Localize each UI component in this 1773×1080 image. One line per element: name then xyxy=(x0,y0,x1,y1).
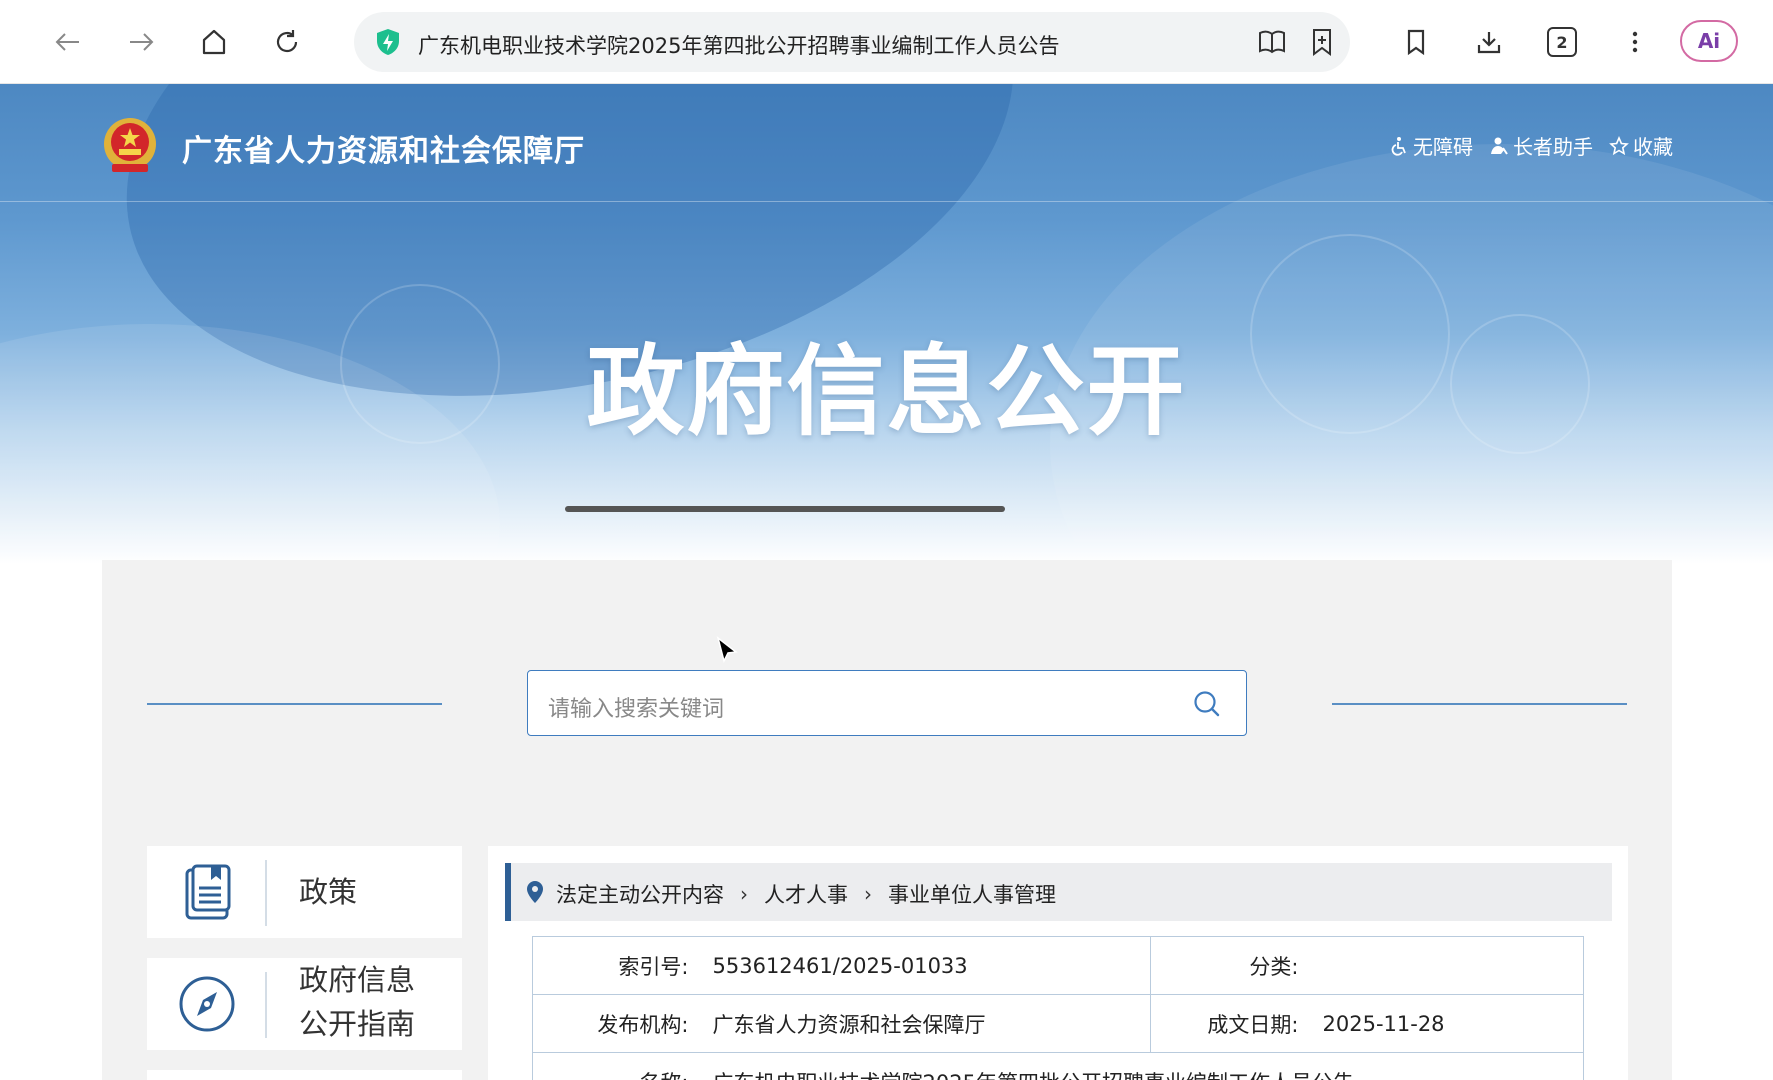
star-icon xyxy=(1609,135,1629,155)
breadcrumb-item[interactable]: 事业单位人事管理 xyxy=(888,879,1056,909)
table-row: 名称: 广东机电职业技术学院2025年第四批公开招聘事业编制工作人员公告 xyxy=(532,1052,1584,1080)
header-links: 无障碍 长者助手 收藏 xyxy=(1389,131,1673,160)
category-value xyxy=(1310,936,1584,995)
name-value: 广东机电职业技术学院2025年第四批公开招聘事业编制工作人员公告 xyxy=(700,1052,1584,1080)
bookmarks-button[interactable] xyxy=(1392,18,1440,66)
left-divider xyxy=(147,703,442,705)
elder-assistant-link[interactable]: 长者助手 xyxy=(1489,131,1593,160)
browser-toolbar: 广东机电职业技术学院2025年第四批公开招聘事业编制工作人员公告 2 Ai xyxy=(0,0,1773,84)
location-pin-icon xyxy=(527,881,543,903)
forward-button[interactable] xyxy=(117,18,165,66)
publisher-label: 发布机构: xyxy=(532,994,701,1053)
date-label: 成文日期: xyxy=(1150,994,1311,1053)
category-label: 分类: xyxy=(1150,936,1311,995)
index-value: 553612461/2025-01033 xyxy=(700,936,1151,995)
back-button[interactable] xyxy=(44,18,92,66)
search-icon[interactable] xyxy=(1192,689,1222,719)
more-vertical-icon xyxy=(1632,31,1638,53)
add-bookmark-icon[interactable] xyxy=(1306,26,1338,58)
index-label: 索引号: xyxy=(532,936,701,995)
site-title[interactable]: 广东省人力资源和社会保障厅 xyxy=(182,126,585,170)
secure-shield-icon xyxy=(377,29,399,55)
breadcrumb-item[interactable]: 法定主动公开内容 xyxy=(556,879,724,909)
breadcrumb-item[interactable]: 人才人事 xyxy=(764,879,848,909)
accessibility-label: 无障碍 xyxy=(1413,135,1473,159)
reload-icon xyxy=(276,30,298,53)
elder-person-icon xyxy=(1491,137,1508,155)
download-icon xyxy=(1477,32,1501,54)
arrow-left-icon xyxy=(55,33,79,51)
accessibility-link[interactable]: 无障碍 xyxy=(1389,131,1473,160)
table-row: 索引号: 553612461/2025-01033 分类: xyxy=(532,936,1584,995)
main-panel: 请输入搜索关键词 政策 政府信息 公开指南 法定主动公开内容 › 人才人事 › … xyxy=(102,560,1672,1080)
right-divider xyxy=(1332,703,1627,705)
favorite-label: 收藏 xyxy=(1633,135,1673,159)
sidebar-item-policy-label: 政策 xyxy=(299,875,358,909)
breadcrumb: 法定主动公开内容 › 人才人事 › 事业单位人事管理 xyxy=(505,863,1612,921)
chevron-right-icon: › xyxy=(864,882,872,906)
document-book-icon xyxy=(185,864,231,920)
national-emblem-icon xyxy=(104,118,156,172)
content-area: 法定主动公开内容 › 人才人事 › 事业单位人事管理 索引号: 55361246… xyxy=(488,846,1628,1080)
bookmark-icon xyxy=(1407,29,1425,56)
banner-title: 政府信息公开 xyxy=(586,335,1187,449)
sidebar-item-disclosure-guide[interactable]: 政府信息 公开指南 xyxy=(147,958,462,1050)
address-bar[interactable]: 广东机电职业技术学院2025年第四批公开招聘事业编制工作人员公告 xyxy=(354,12,1350,72)
search-input[interactable]: 请输入搜索关键词 xyxy=(527,670,1247,736)
home-icon xyxy=(202,29,226,55)
favorite-link[interactable]: 收藏 xyxy=(1609,131,1673,160)
date-value: 2025-11-28 xyxy=(1310,994,1584,1053)
compass-icon xyxy=(179,976,235,1032)
mouse-cursor-icon xyxy=(716,636,738,664)
info-table: 索引号: 553612461/2025-01033 分类: 发布机构: 广东省人… xyxy=(532,936,1584,1080)
horizontal-scrollbar[interactable] xyxy=(565,506,1005,512)
home-button[interactable] xyxy=(190,18,238,66)
ai-assistant-button[interactable]: Ai xyxy=(1680,20,1738,62)
wheelchair-icon xyxy=(1391,136,1406,156)
publisher-value: 广东省人力资源和社会保障厅 xyxy=(700,994,1151,1053)
arrow-right-icon xyxy=(130,33,154,51)
search-placeholder: 请输入搜索关键词 xyxy=(548,697,725,722)
sidebar-item-disclosure-guide-label: 政府信息 公开指南 xyxy=(299,963,416,1041)
reader-mode-icon[interactable] xyxy=(1256,26,1288,58)
table-row: 发布机构: 广东省人力资源和社会保障厅 成文日期: 2025-11-28 xyxy=(532,994,1584,1053)
chevron-right-icon: › xyxy=(740,882,748,906)
site-banner: 广东省人力资源和社会保障厅 无障碍 长者助手 收藏 政府信息公开 xyxy=(0,84,1773,564)
sidebar-item-policy[interactable]: 政策 xyxy=(147,846,462,938)
url-text: 广东机电职业技术学院2025年第四批公开招聘事业编制工作人员公告 xyxy=(418,34,1060,58)
downloads-button[interactable] xyxy=(1465,18,1513,66)
reload-button[interactable] xyxy=(263,18,311,66)
name-label: 名称: xyxy=(532,1052,701,1080)
elder-assistant-label: 长者助手 xyxy=(1513,135,1593,159)
menu-button[interactable] xyxy=(1611,18,1659,66)
tab-count-button[interactable]: 2 xyxy=(1547,27,1577,57)
sidebar-item-next[interactable] xyxy=(147,1070,462,1080)
